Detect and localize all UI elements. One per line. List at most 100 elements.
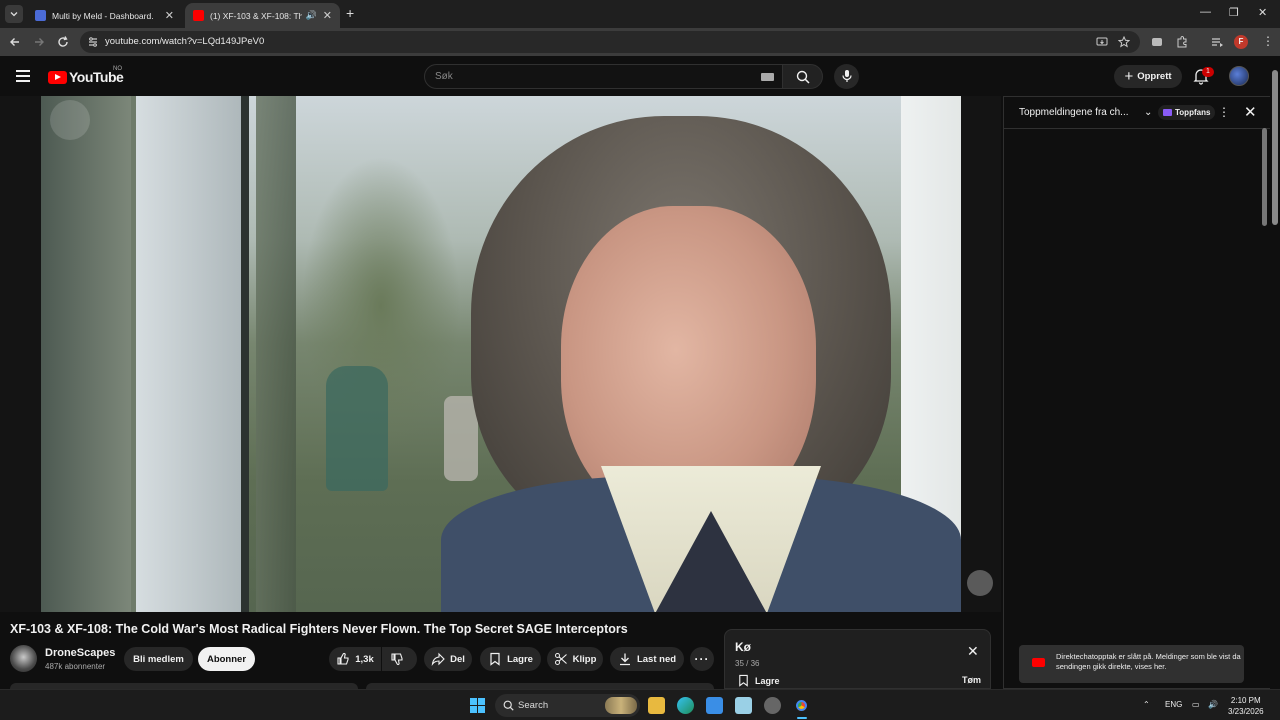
create-button[interactable]: + Opprett xyxy=(1114,65,1182,88)
like-count: 1,3k xyxy=(355,653,374,665)
subscribe-button[interactable]: Abonner xyxy=(198,647,255,671)
share-arrow-icon xyxy=(431,652,445,666)
arrow-right-icon xyxy=(35,38,44,46)
windows-taskbar: Search ⌃ ENG ▭ 🔊 2:10 PM 3/23/2026 xyxy=(0,689,1280,720)
search-button[interactable] xyxy=(782,64,823,89)
reload-button[interactable] xyxy=(55,34,71,50)
channel-name[interactable]: DroneScapes xyxy=(45,647,115,659)
volume-icon[interactable]: 🔊 xyxy=(1208,700,1218,709)
app-icon-5[interactable] xyxy=(764,697,781,714)
browser-toolbar: youtube.com/watch?v=LQd149JPeV0 F ⋮ xyxy=(0,28,1280,56)
more-actions-button[interactable]: ··· xyxy=(690,647,714,671)
taskbar-search-box[interactable]: Search xyxy=(495,694,640,717)
like-button[interactable]: 1,3k xyxy=(329,647,381,671)
save-button[interactable]: Lagre xyxy=(480,647,541,671)
share-label: Del xyxy=(450,653,465,665)
clip-label: Klipp xyxy=(572,653,597,665)
close-chat-icon[interactable]: ✕ xyxy=(1244,103,1257,121)
live-chat-panel: Toppmeldingene fra ch... ⌄ Toppfans ⋮ ✕ … xyxy=(1003,96,1270,689)
more-vertical-icon[interactable]: ⋮ xyxy=(1218,105,1230,119)
top-fans-badge[interactable]: Toppfans xyxy=(1158,105,1216,120)
dislike-button[interactable] xyxy=(382,647,417,671)
minimize-button[interactable]: — xyxy=(1200,6,1211,18)
save-label: Lagre xyxy=(507,653,533,665)
tab-search-button[interactable] xyxy=(5,5,23,23)
browser-tab-meld[interactable]: Multi by Meld - Dashboard. ✕ xyxy=(27,3,182,28)
clock-date: 3/23/2026 xyxy=(1228,707,1264,716)
app-icon-4[interactable] xyxy=(735,697,752,714)
account-avatar[interactable] xyxy=(1229,66,1249,86)
extensions-puzzle-icon[interactable] xyxy=(1175,35,1189,49)
install-app-icon[interactable] xyxy=(1096,36,1108,48)
input-language[interactable]: ENG xyxy=(1165,700,1182,709)
youtube-favicon-icon xyxy=(193,10,204,21)
queue-panel: Kø 35 / 36 ✕ Lagre Tøm xyxy=(724,629,991,689)
extension-1-icon[interactable] xyxy=(1150,35,1164,49)
channel-avatar[interactable] xyxy=(10,645,37,672)
back-button[interactable] xyxy=(7,34,23,50)
queue-save-button[interactable]: Lagre xyxy=(737,674,780,687)
chevron-down-icon xyxy=(10,12,18,17)
close-queue-icon[interactable]: ✕ xyxy=(967,643,979,660)
close-window-button[interactable]: ✕ xyxy=(1258,6,1267,19)
bookmark-icon xyxy=(739,674,748,687)
taskbar-search-label: Search xyxy=(518,700,549,711)
clip-button[interactable]: Klipp xyxy=(547,647,603,671)
active-app-indicator xyxy=(797,717,807,719)
file-explorer-icon[interactable] xyxy=(648,697,665,714)
close-tab-icon[interactable]: ✕ xyxy=(165,9,174,22)
queue-clear-button[interactable]: Tøm xyxy=(962,675,981,685)
clock-time: 2:10 PM xyxy=(1230,696,1261,705)
system-clock[interactable]: 2:10 PM 3/23/2026 xyxy=(1228,695,1264,717)
bookmark-icon xyxy=(490,652,500,666)
keyboard-icon[interactable] xyxy=(761,73,774,81)
meld-favicon-icon xyxy=(35,10,46,21)
new-tab-button[interactable]: + xyxy=(346,5,354,21)
chat-mode-title[interactable]: Toppmeldingene fra ch... xyxy=(1019,107,1129,118)
create-label: Opprett xyxy=(1137,71,1172,82)
bookmark-star-icon[interactable] xyxy=(1118,36,1130,48)
windows-start-icon[interactable] xyxy=(470,698,485,713)
queue-title: Kø xyxy=(735,640,751,654)
share-button[interactable]: Del xyxy=(424,647,472,671)
media-controls-icon[interactable] xyxy=(1210,35,1224,49)
plus-icon: + xyxy=(1124,68,1134,85)
channel-watermark-icon[interactable] xyxy=(967,570,993,596)
video-frame-image[interactable] xyxy=(41,96,961,612)
reload-icon xyxy=(58,36,68,47)
youtube-logo[interactable]: YouTube NO xyxy=(48,66,124,85)
notification-count-badge: 1 xyxy=(1202,67,1214,77)
speaker-icon[interactable]: 🔊 xyxy=(306,10,317,21)
subscriber-count: 487k abonnenter xyxy=(45,662,106,671)
close-tab-icon[interactable]: ✕ xyxy=(323,9,332,22)
menu-hamburger-icon[interactable] xyxy=(16,70,30,85)
download-label: Last ned xyxy=(636,653,677,665)
browser-tab-youtube[interactable]: (1) XF-103 & XF-108: The C 🔊 ✕ xyxy=(185,3,340,28)
browser-tab-strip: Multi by Meld - Dashboard. ✕ (1) XF-103 … xyxy=(0,0,1280,28)
network-icon[interactable]: ▭ xyxy=(1192,700,1200,709)
forward-button[interactable] xyxy=(31,34,47,50)
download-button[interactable]: Last ned xyxy=(610,647,684,671)
site-info-icon[interactable] xyxy=(87,36,99,48)
search-input[interactable]: Søk xyxy=(424,64,783,89)
store-app-icon[interactable] xyxy=(706,697,723,714)
download-icon xyxy=(619,653,630,666)
voice-search-button[interactable] xyxy=(834,64,859,89)
page-scrollbar-thumb[interactable] xyxy=(1272,70,1278,225)
chat-replay-notice: Direktechatopptak er slått på. Meldinger… xyxy=(1019,645,1244,683)
video-title: XF-103 & XF-108: The Cold War's Most Rad… xyxy=(10,622,628,636)
address-bar[interactable]: youtube.com/watch?v=LQd149JPeV0 xyxy=(80,31,1140,53)
browser-menu-icon[interactable]: ⋮ xyxy=(1262,34,1274,48)
chat-replay-text: Direktechatopptak er slått på. Meldinger… xyxy=(1056,652,1241,671)
chat-header: Toppmeldingene fra ch... ⌄ Toppfans ⋮ ✕ xyxy=(1004,97,1270,129)
chat-scrollbar[interactable] xyxy=(1262,128,1267,226)
chevron-down-icon[interactable]: ⌄ xyxy=(1144,107,1152,118)
thumbs-up-icon xyxy=(337,652,349,665)
chrome-browser-icon[interactable] xyxy=(793,697,810,714)
edge-browser-icon[interactable] xyxy=(677,697,694,714)
search-icon xyxy=(503,700,514,711)
join-button[interactable]: Bli medlem xyxy=(124,647,193,671)
profile-avatar[interactable]: F xyxy=(1234,35,1248,49)
restore-button[interactable]: ❐ xyxy=(1229,6,1239,19)
tray-chevron-up-icon[interactable]: ⌃ xyxy=(1143,700,1150,709)
